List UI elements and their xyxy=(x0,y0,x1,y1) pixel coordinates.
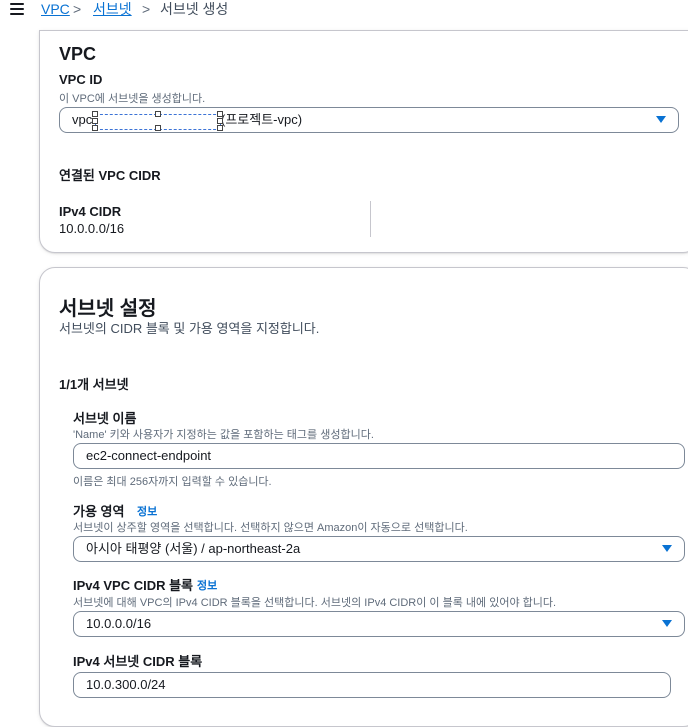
resize-handle[interactable] xyxy=(217,125,223,131)
resize-handle[interactable] xyxy=(155,111,161,117)
caret-down-icon xyxy=(662,545,672,552)
caret-down-icon xyxy=(656,116,666,123)
ipv4-cidr-label: IPv4 CIDR xyxy=(59,204,122,219)
resize-handle[interactable] xyxy=(217,118,223,124)
az-info-link[interactable]: 정보 xyxy=(137,503,157,519)
vpc-select-suffix: (프로젝트-vpc) xyxy=(221,112,303,127)
linked-cidr-title: 연결된 VPC CIDR xyxy=(59,168,161,183)
subnet-settings-container: 서브넷 설정 서브넷의 CIDR 블록 및 가용 영역을 지정합니다. 1/1개… xyxy=(39,267,688,727)
vpc-cidr-label: IPv4 VPC CIDR 블록 xyxy=(73,578,194,593)
vpc-cidr-info-link[interactable]: 정보 xyxy=(197,577,217,593)
chevron-right-icon: > xyxy=(142,1,151,17)
vpc-cidr-select[interactable]: 10.0.0.0/16 xyxy=(73,611,685,637)
vpc-id-description: 이 VPC에 서브넷을 생성합니다. xyxy=(59,93,206,105)
column-divider xyxy=(370,201,371,237)
subnet-cidr-input[interactable]: 10.0.300.0/24 xyxy=(73,672,671,698)
subnet-settings-title: 서브넷 설정 xyxy=(59,298,157,320)
az-select[interactable]: 아시아 태평양 (서울) / ap-northeast-2a xyxy=(73,536,685,562)
az-label: 가용 영역 xyxy=(73,504,125,519)
vpc-select-prefix: vpc xyxy=(72,112,93,127)
breadcrumb-current: 서브넷 생성 xyxy=(160,1,229,17)
menu-icon[interactable] xyxy=(10,3,24,15)
subnet-name-description: 'Name' 키와 사용자가 지정하는 값을 포함하는 태그를 생성합니다. xyxy=(73,429,374,441)
resize-handle[interactable] xyxy=(217,111,223,117)
resize-handle[interactable] xyxy=(92,111,98,117)
top-bar: VPC > 서브넷 > 서브넷 생성 xyxy=(0,0,688,22)
az-description: 서브넷이 상주할 영역을 선택합니다. 선택하지 않으면 Amazon이 자동으… xyxy=(73,522,468,534)
resize-handle[interactable] xyxy=(155,125,161,131)
caret-down-icon xyxy=(662,620,672,627)
breadcrumb-subnets[interactable]: 서브넷 xyxy=(93,0,132,18)
subnet-cidr-label: IPv4 서브넷 CIDR 블록 xyxy=(73,654,203,669)
az-select-value: 아시아 태평양 (서울) / ap-northeast-2a xyxy=(86,541,301,556)
subnet-settings-description: 서브넷의 CIDR 블록 및 가용 영역을 지정합니다. xyxy=(59,321,320,336)
vpc-id-label: VPC ID xyxy=(59,72,103,87)
subnet-name-label: 서브넷 이름 xyxy=(73,411,137,426)
vpc-container: VPC VPC ID 이 VPC에 서브넷을 생성합니다. vpc (프로젝트-… xyxy=(39,30,688,253)
vpc-section-title: VPC xyxy=(59,44,97,64)
breadcrumb-vpc[interactable]: VPC xyxy=(41,0,70,18)
resize-handle[interactable] xyxy=(92,118,98,124)
subnet-name-hint: 이름은 최대 256자까지 입력할 수 있습니다. xyxy=(73,476,272,488)
vpc-cidr-select-value: 10.0.0.0/16 xyxy=(86,616,152,631)
chevron-right-icon: > xyxy=(73,1,82,17)
subnet-count-label: 1/1개 서브넷 xyxy=(59,377,129,392)
resize-handle[interactable] xyxy=(92,125,98,131)
vpc-cidr-description: 서브넷에 대해 VPC의 IPv4 CIDR 블록을 선택합니다. 서브넷의 I… xyxy=(73,597,557,609)
subnet-name-input[interactable]: ec2-connect-endpoint xyxy=(73,443,685,469)
ipv4-cidr-value: 10.0.0.0/16 xyxy=(59,221,125,236)
